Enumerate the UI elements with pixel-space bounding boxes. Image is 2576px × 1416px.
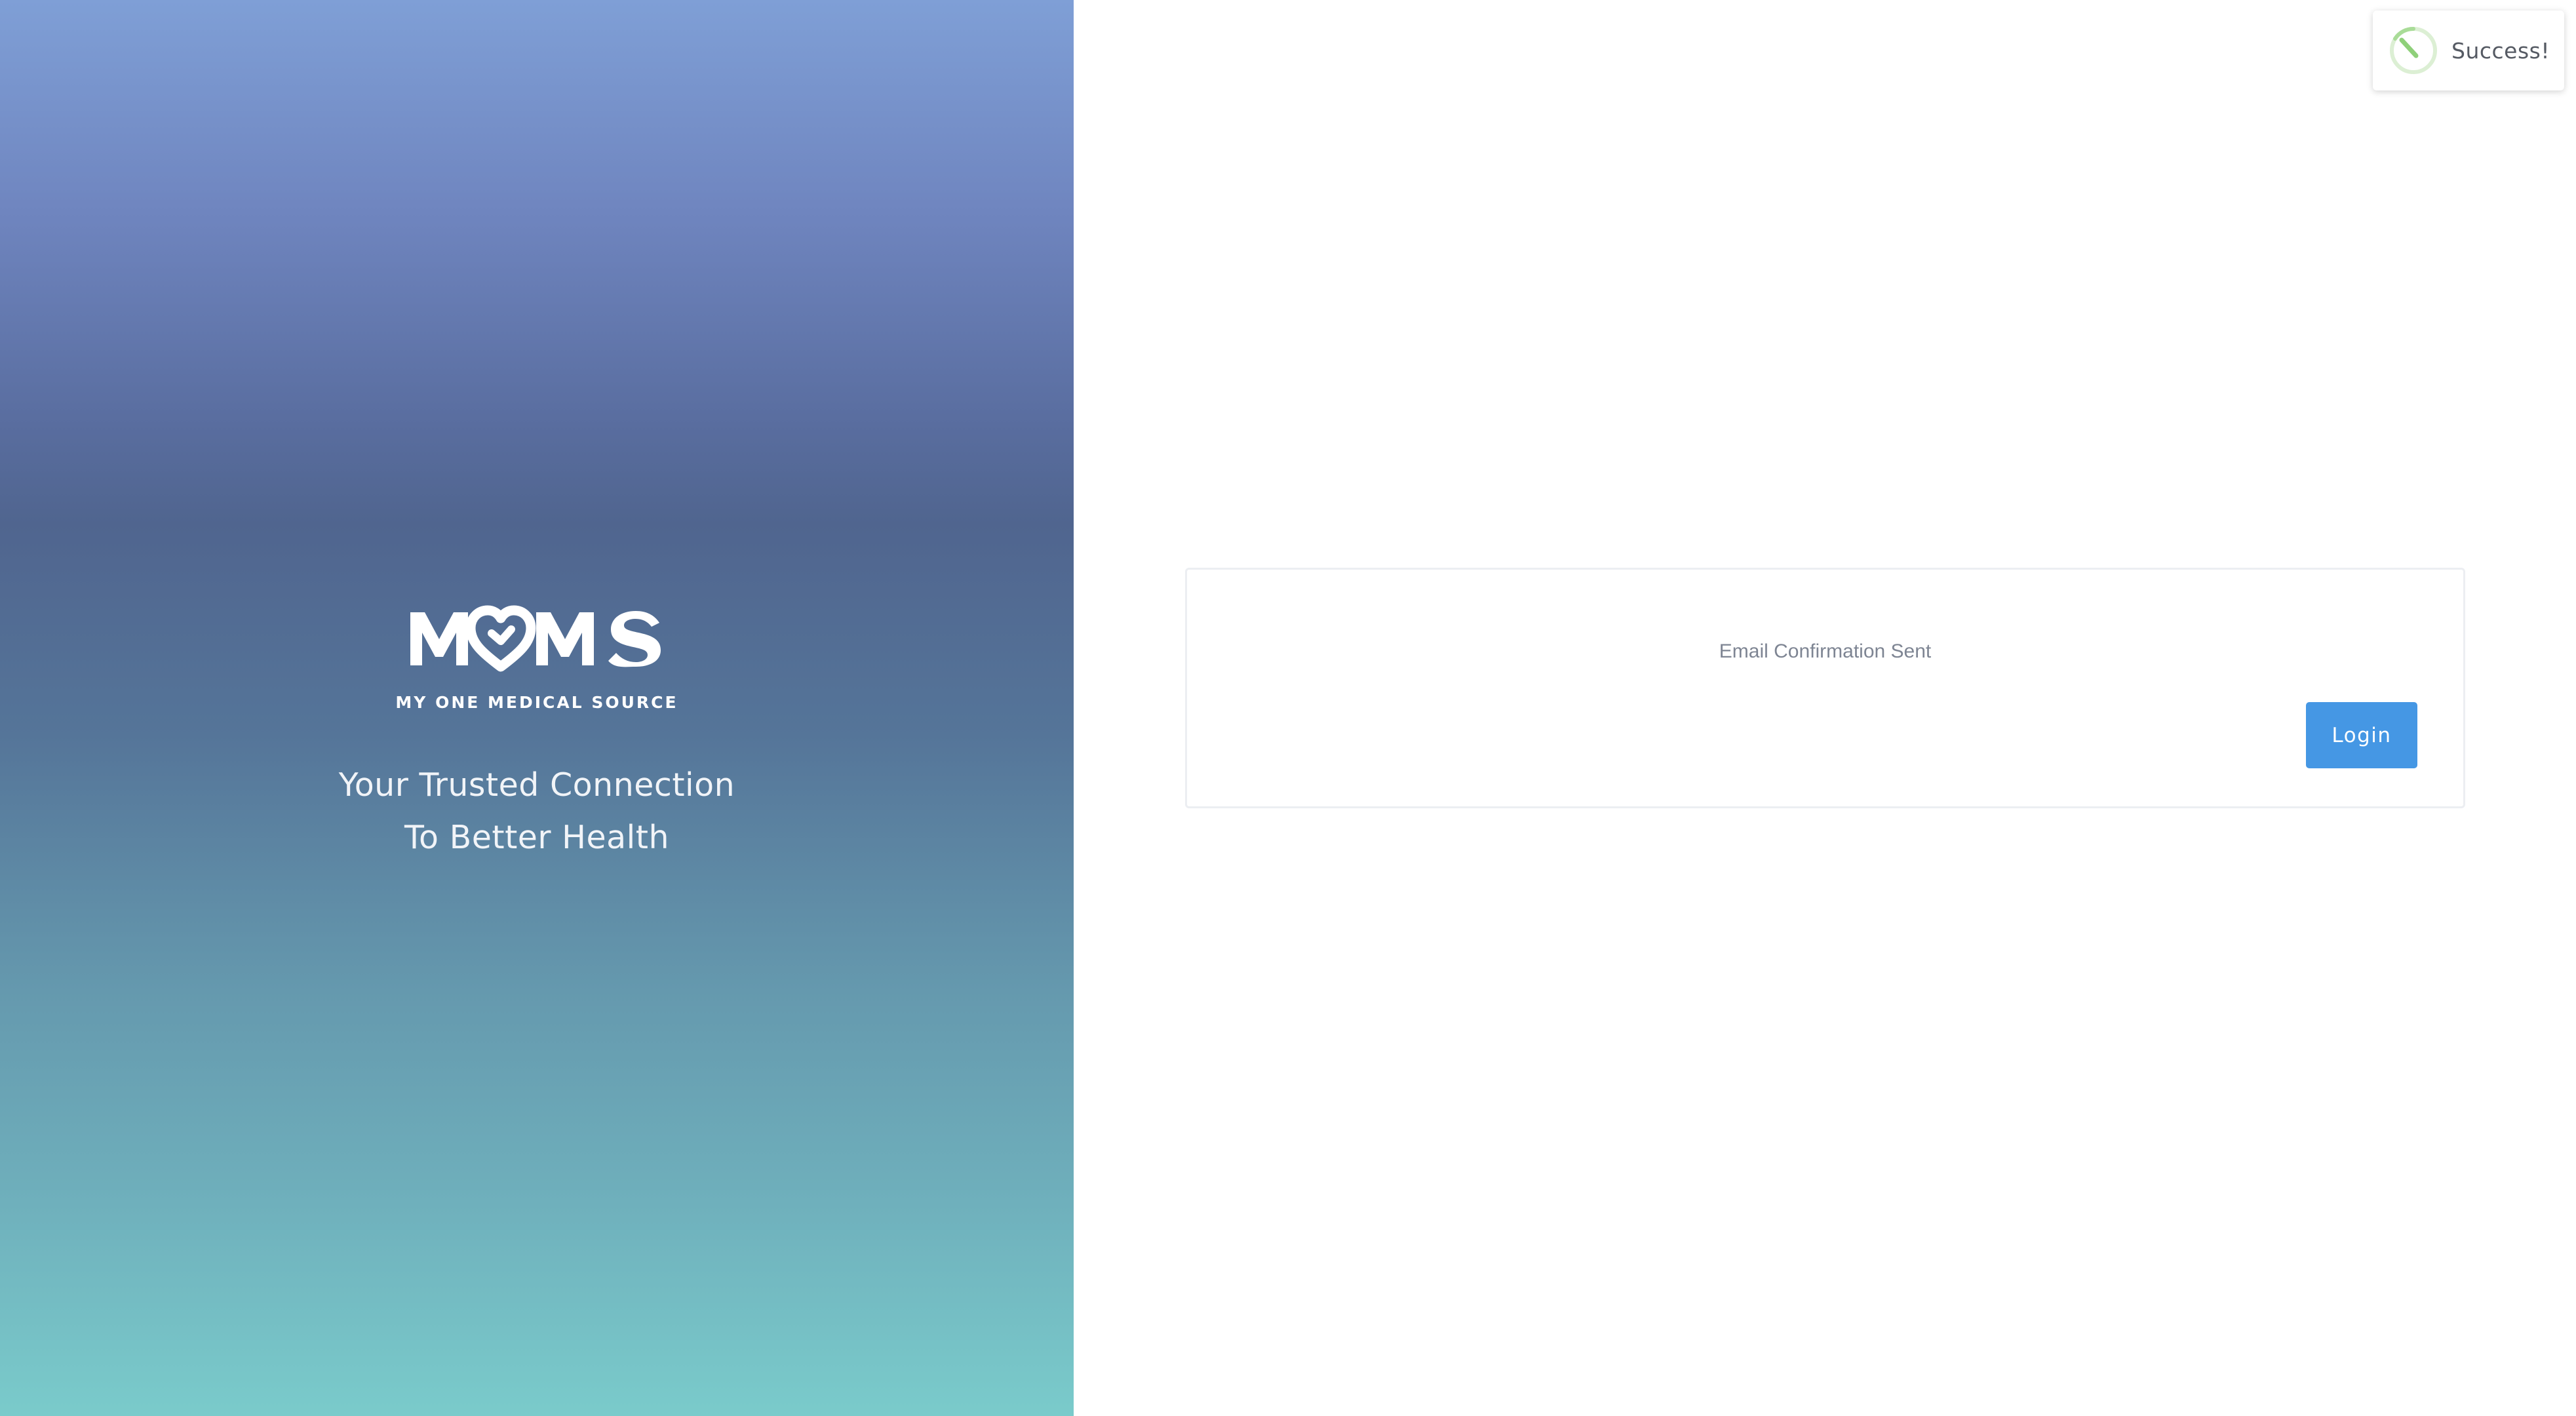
login-button[interactable]: Login: [2306, 702, 2417, 768]
brand-block: MY ONE MEDICAL SOURCE Your Trusted Conne…: [0, 603, 1074, 864]
tagline-line-1: Your Trusted Connection: [338, 766, 735, 804]
success-check-icon: [2387, 24, 2440, 77]
logo-subtitle: MY ONE MEDICAL SOURCE: [395, 693, 678, 712]
heart-icon: [465, 605, 536, 672]
confirmation-message: Email Confirmation Sent: [1719, 640, 1932, 662]
tagline-line-2: To Better Health: [404, 819, 670, 856]
moms-logo-graphic: [410, 605, 661, 672]
brand-panel: MY ONE MEDICAL SOURCE Your Trusted Conne…: [0, 0, 1074, 1416]
toast-message: Success!: [2451, 37, 2550, 64]
moms-logo: [402, 603, 671, 701]
confirmation-card: Email Confirmation Sent Login: [1185, 568, 2465, 808]
page: MY ONE MEDICAL SOURCE Your Trusted Conne…: [0, 0, 2576, 1416]
tagline: Your Trusted Connection To Better Health: [0, 759, 1074, 864]
success-toast[interactable]: Success!: [2373, 10, 2564, 90]
